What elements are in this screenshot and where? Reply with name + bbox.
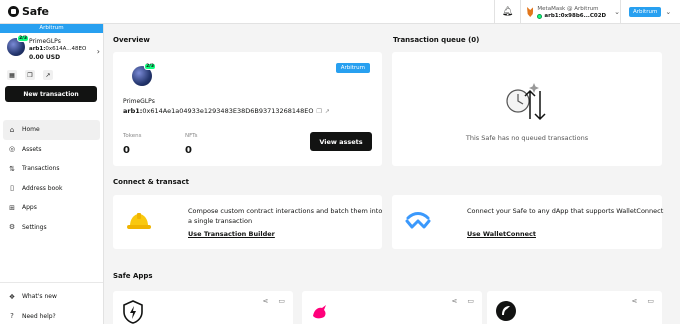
sidebar-item-home[interactable]: ⌂ Home bbox=[3, 120, 100, 140]
tokens-label: Tokens bbox=[123, 133, 142, 139]
walletconnect-description: Connect your Safe to any dApp that suppo… bbox=[467, 207, 664, 215]
main-content: Overview Transaction queue (0) 2/3 Arbit… bbox=[104, 24, 680, 324]
logo-text: Safe bbox=[22, 5, 49, 18]
unicorn-app-icon bbox=[313, 305, 326, 319]
chevron-down-icon: ⌄ bbox=[665, 8, 672, 16]
metamask-icon bbox=[527, 7, 534, 17]
transactions-icon: ⇅ bbox=[9, 164, 15, 173]
wallet-button[interactable]: MetaMask @ Arbitrum arb1:0x98b6...C02D ⌄ bbox=[520, 0, 620, 24]
safe-app-card[interactable]: ⋖ ▭ bbox=[302, 291, 482, 324]
safe-logo[interactable]: Safe bbox=[0, 5, 104, 18]
connected-dot-icon bbox=[537, 13, 543, 19]
safe-app-card[interactable]: ⋖ ▭ bbox=[113, 291, 293, 324]
sidebar-bottom: ❖ What's new ? Need help? bbox=[0, 282, 103, 324]
bell-icon: 🔔︎ bbox=[501, 7, 514, 17]
safe-app-card[interactable]: ⋖ ▭ bbox=[487, 291, 662, 324]
address-prefix: arb1: bbox=[123, 107, 143, 115]
sidebar-item-transactions[interactable]: ⇅ Transactions bbox=[0, 159, 103, 179]
overview-title: Overview bbox=[113, 36, 150, 44]
new-transaction-button[interactable]: New transaction bbox=[5, 86, 97, 102]
address-prefix: arb1: bbox=[29, 46, 46, 52]
share-icon[interactable]: ⋖ bbox=[452, 297, 458, 305]
queue-title: Transaction queue (0) bbox=[393, 36, 480, 44]
queue-empty-text: This Safe has no queued transactions bbox=[465, 134, 589, 142]
safe-logo-icon bbox=[8, 6, 19, 17]
sidebar: Arbitrum 2/3 PrimeGLPs arb1:0x614A...48E… bbox=[0, 24, 104, 324]
share-icon[interactable]: ⋖ bbox=[632, 297, 638, 305]
builder-description: Compose custom contract interactions and… bbox=[188, 207, 383, 225]
app-logo-icon bbox=[496, 301, 516, 321]
chain-indicator: Arbitrum bbox=[0, 24, 103, 33]
nfts-label: NFTs bbox=[185, 133, 198, 139]
apps-icon: ⊞ bbox=[9, 203, 15, 212]
gift-icon: ❖ bbox=[8, 292, 16, 301]
sidebar-nav: ⌂ Home ◎ Assets ⇅ Transactions ▯ Address… bbox=[0, 120, 103, 237]
sidebar-item-label: Home bbox=[22, 126, 40, 134]
safe-name: PrimeGLPs bbox=[29, 38, 61, 45]
transaction-builder-card: Compose custom contract interactions and… bbox=[113, 195, 382, 249]
threshold-badge: 2/3 bbox=[144, 63, 156, 70]
safe-address: 0x614A...48EO bbox=[45, 46, 87, 52]
wallet-label: MetaMask @ Arbitrum bbox=[537, 6, 599, 12]
address-book-icon: ▯ bbox=[10, 184, 14, 193]
safe-name: PrimeGLPs bbox=[123, 98, 155, 105]
notifications-button[interactable]: 🔔︎ bbox=[494, 0, 520, 24]
sidebar-item-assets[interactable]: ◎ Assets bbox=[0, 140, 103, 160]
address-value: 0x614Ae1a04933e1293483E38D6B93713268148E… bbox=[142, 107, 314, 115]
external-link-icon[interactable]: ↗ bbox=[43, 70, 53, 80]
hard-hat-icon bbox=[127, 213, 151, 229]
view-assets-button[interactable]: View assets bbox=[310, 132, 372, 151]
tokens-value: 0 bbox=[123, 145, 130, 156]
assets-icon: ◎ bbox=[8, 145, 16, 154]
bookmark-icon[interactable]: ▭ bbox=[467, 297, 474, 305]
sidebar-item-address-book[interactable]: ▯ Address book bbox=[0, 179, 103, 199]
settings-icon: ⚙ bbox=[8, 223, 16, 232]
safe-info: 2/3 PrimeGLPs arb1:0x614A...48EO 0.00 US… bbox=[0, 33, 103, 67]
copy-icon[interactable]: ❐ bbox=[317, 108, 322, 115]
network-selector[interactable]: Arbitrum ⌄ bbox=[620, 0, 680, 24]
sidebar-item-label: Apps bbox=[22, 204, 37, 212]
bookmark-icon[interactable]: ▭ bbox=[278, 297, 285, 305]
copy-icon[interactable]: ❐ bbox=[25, 70, 35, 80]
sidebar-item-label: Transactions bbox=[22, 165, 60, 173]
chain-badge: Arbitrum bbox=[335, 63, 370, 73]
safe-full-address: arb1:0x614Ae1a04933e1293483E38D6B9371326… bbox=[123, 107, 330, 115]
safe-avatar: 2/3 bbox=[7, 35, 29, 56]
chevron-right-icon[interactable]: › bbox=[97, 47, 100, 56]
sidebar-item-label: Settings bbox=[22, 223, 47, 231]
help-icon: ? bbox=[10, 312, 14, 321]
use-transaction-builder-link[interactable]: Use Transaction Builder bbox=[188, 230, 275, 238]
top-header: Safe 🔔︎ MetaMask @ Arbitrum arb1:0x98b6.… bbox=[0, 0, 680, 24]
network-button[interactable]: Arbitrum bbox=[629, 7, 662, 17]
safe-avatar: 2/3 bbox=[132, 63, 156, 86]
home-icon: ⌂ bbox=[9, 125, 15, 134]
safe-balance: 0.00 USD bbox=[29, 54, 61, 61]
sidebar-item-apps[interactable]: ⊞ Apps bbox=[0, 198, 103, 218]
sidebar-item-label: Need help? bbox=[22, 312, 56, 320]
walletconnect-icon bbox=[405, 212, 431, 229]
sidebar-item-help[interactable]: ? Need help? bbox=[0, 307, 103, 324]
qr-code-icon[interactable]: ▦ bbox=[7, 70, 17, 80]
sidebar-item-label: Assets bbox=[22, 145, 42, 153]
shield-app-icon bbox=[123, 300, 143, 324]
connect-title: Connect & transact bbox=[113, 178, 190, 186]
sidebar-item-settings[interactable]: ⚙ Settings bbox=[0, 218, 103, 238]
use-walletconnect-link[interactable]: Use WalletConnect bbox=[467, 230, 536, 238]
sidebar-item-whats-new[interactable]: ❖ What's new bbox=[0, 287, 103, 307]
bookmark-icon[interactable]: ▭ bbox=[647, 297, 654, 305]
sidebar-item-label: Address book bbox=[22, 184, 63, 192]
safe-apps-title: Safe Apps bbox=[113, 272, 153, 280]
walletconnect-card: Connect your Safe to any dApp that suppo… bbox=[392, 195, 663, 249]
transaction-queue-card: This Safe has no queued transactions bbox=[392, 52, 662, 166]
external-link-icon[interactable]: ↗ bbox=[325, 108, 330, 115]
threshold-badge: 2/3 bbox=[17, 35, 29, 42]
sidebar-item-label: What's new bbox=[22, 293, 57, 301]
overview-card: 2/3 Arbitrum PrimeGLPs arb1:0x614Ae1a049… bbox=[113, 52, 382, 166]
share-icon[interactable]: ⋖ bbox=[263, 297, 269, 305]
empty-queue-illustration-icon bbox=[506, 83, 546, 121]
nfts-value: 0 bbox=[185, 145, 192, 156]
wallet-address: arb1:0x98b6...C02D bbox=[544, 13, 607, 19]
